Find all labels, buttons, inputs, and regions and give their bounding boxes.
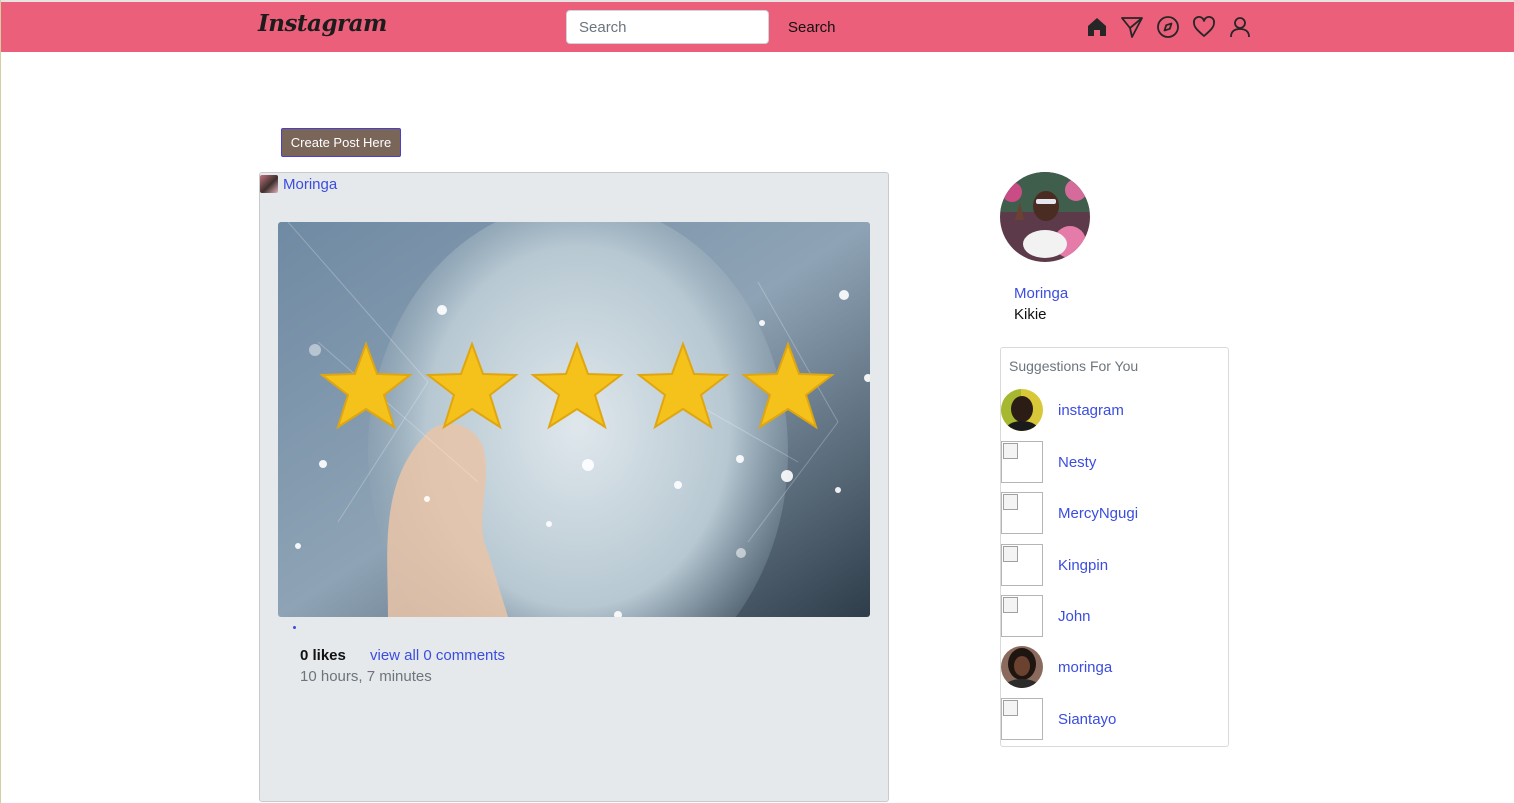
suggestion-avatar-broken-image[interactable] xyxy=(1001,492,1043,534)
suggestion-username[interactable]: instagram xyxy=(1058,402,1124,419)
suggestion-avatar-broken-image[interactable] xyxy=(1001,698,1043,740)
search-button[interactable]: Search xyxy=(780,10,844,44)
suggestion-avatar-broken-image[interactable] xyxy=(1001,544,1043,586)
suggestion-username[interactable]: moringa xyxy=(1058,659,1112,676)
suggestion-avatar-broken-image[interactable] xyxy=(1001,595,1043,637)
post-author-link[interactable]: Moringa xyxy=(283,176,337,193)
heart-icon[interactable] xyxy=(1191,14,1217,40)
suggestions-panel: Suggestions For You instagram Nesty Merc… xyxy=(1000,347,1229,747)
profile-icon[interactable] xyxy=(1227,14,1253,40)
post-timestamp: 10 hours, 7 minutes xyxy=(300,668,432,685)
explore-compass-icon[interactable] xyxy=(1155,14,1181,40)
direct-send-icon[interactable] xyxy=(1119,14,1145,40)
post-caption-link[interactable] xyxy=(293,626,296,629)
search-input[interactable] xyxy=(566,10,769,44)
top-navbar: Instagram Search xyxy=(1,0,1514,52)
post-author-avatar[interactable] xyxy=(260,175,278,193)
suggestion-row[interactable]: Siantayo xyxy=(1001,698,1228,740)
likes-count: 0 likes xyxy=(300,647,346,664)
suggestion-avatar[interactable] xyxy=(1001,646,1043,688)
create-post-button[interactable]: Create Post Here xyxy=(281,128,401,157)
post-image xyxy=(278,222,870,617)
suggestion-row[interactable]: instagram xyxy=(1001,389,1228,431)
suggestions-title: Suggestions For You xyxy=(1009,358,1139,374)
profile-username-link[interactable]: Moringa xyxy=(1014,285,1068,302)
suggestion-row[interactable]: Kingpin xyxy=(1001,544,1228,586)
profile-full-name: Kikie xyxy=(1014,306,1047,323)
home-icon[interactable] xyxy=(1084,14,1110,40)
suggestion-row[interactable]: John xyxy=(1001,595,1228,637)
suggestion-avatar-broken-image[interactable] xyxy=(1001,441,1043,483)
profile-avatar[interactable] xyxy=(1000,172,1090,262)
suggestion-row[interactable]: MercyNgugi xyxy=(1001,492,1228,534)
suggestion-username[interactable]: Siantayo xyxy=(1058,711,1116,728)
post-header: Moringa xyxy=(260,175,337,193)
suggestion-username[interactable]: MercyNgugi xyxy=(1058,505,1138,522)
view-comments-link[interactable]: view all 0 comments xyxy=(370,647,505,664)
instagram-logo[interactable]: Instagram xyxy=(258,10,387,37)
post-card: Moringa 0 likes view all 0 comments 10 h… xyxy=(259,172,889,802)
suggestion-row[interactable]: Nesty xyxy=(1001,441,1228,483)
suggestion-username[interactable]: Nesty xyxy=(1058,454,1096,471)
suggestion-username[interactable]: John xyxy=(1058,608,1091,625)
suggestion-row[interactable]: moringa xyxy=(1001,646,1228,688)
suggestion-username[interactable]: Kingpin xyxy=(1058,557,1108,574)
suggestion-avatar[interactable] xyxy=(1001,389,1043,431)
